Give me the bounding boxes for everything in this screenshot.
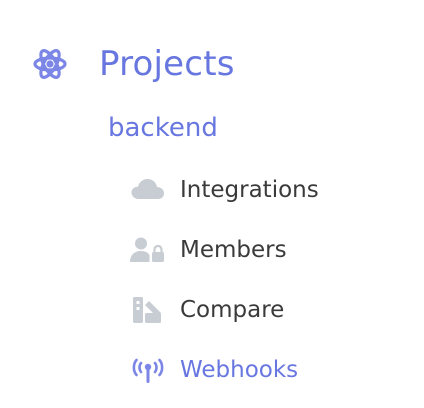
project-backend-link[interactable]: backend	[108, 108, 218, 148]
nav-item-webhooks[interactable]: Webhooks	[130, 350, 298, 390]
project-navigation: Projects backend Integrations Members Co…	[0, 0, 424, 408]
nav-item-label: Compare	[180, 297, 285, 323]
projects-link[interactable]: Projects	[32, 40, 235, 88]
nav-item-integrations[interactable]: Integrations	[130, 170, 319, 210]
nav-item-label: Members	[180, 237, 287, 263]
nav-item-label: Webhooks	[180, 357, 299, 383]
compare-icon	[130, 295, 166, 325]
nav-item-label: Integrations	[180, 177, 319, 203]
nav-item-members[interactable]: Members	[130, 230, 287, 270]
cloud-icon	[130, 175, 166, 205]
antenna-icon	[130, 355, 166, 385]
projects-label: Projects	[99, 44, 235, 84]
atom-icon	[32, 46, 68, 82]
nav-item-compare[interactable]: Compare	[130, 290, 284, 330]
project-name: backend	[108, 113, 218, 143]
members-lock-icon	[130, 235, 166, 265]
